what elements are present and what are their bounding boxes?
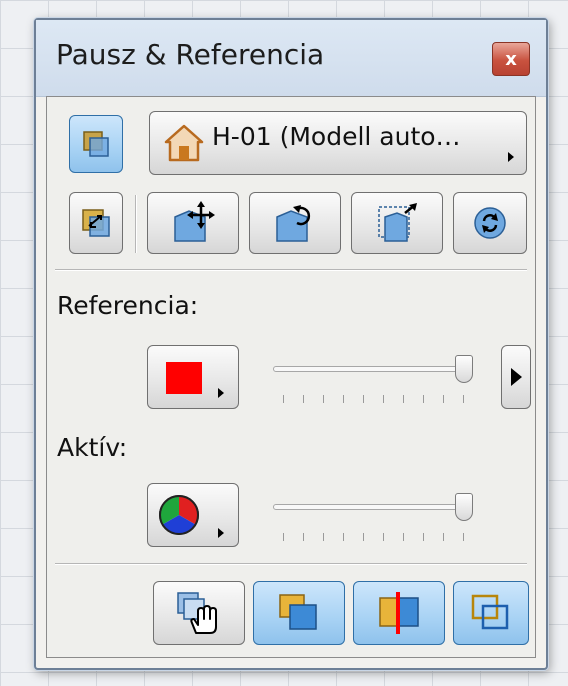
active-color-button[interactable]	[147, 483, 239, 547]
reference-opacity-track[interactable]	[273, 366, 465, 372]
bottom-divider	[55, 563, 527, 565]
drag-hand-icon	[177, 592, 217, 634]
reference-dropdown-label: H-01 (Modell auto…	[212, 122, 461, 151]
split-compare-icon	[379, 592, 419, 634]
drag-trace-button[interactable]	[153, 581, 245, 645]
reference-slider-ticks	[273, 395, 473, 405]
window-title: Pausz & Referencia	[56, 38, 325, 71]
refresh-button[interactable]	[453, 192, 527, 254]
dropdown-arrow-icon	[508, 152, 514, 162]
row2-divider	[135, 195, 137, 253]
active-slider-ticks	[273, 533, 473, 543]
dropdown-arrow-icon	[218, 528, 224, 538]
reference-color-button[interactable]	[147, 345, 239, 409]
scale-icon	[378, 203, 417, 242]
overlay-front-button[interactable]	[253, 581, 345, 645]
show-trace-toggle[interactable]	[69, 115, 123, 173]
close-icon: x	[505, 48, 517, 70]
rotate-button[interactable]	[249, 192, 341, 254]
swap-trace-button[interactable]	[69, 192, 123, 254]
split-compare-button[interactable]	[353, 581, 445, 645]
outline-overlay-icon	[471, 594, 509, 630]
expand-options-button[interactable]	[501, 345, 531, 409]
section-divider	[55, 269, 527, 271]
overlay-front-icon	[279, 594, 317, 630]
active-opacity-thumb[interactable]	[455, 493, 473, 521]
close-button[interactable]: x	[492, 42, 530, 76]
dropdown-arrow-icon	[218, 388, 224, 398]
rotate-icon	[276, 205, 311, 242]
reference-color-swatch	[166, 362, 202, 394]
outline-overlay-button[interactable]	[453, 581, 529, 645]
reference-label: Referencia:	[57, 291, 199, 320]
active-label: Aktív:	[57, 433, 128, 462]
title-bar[interactable]: Pausz & Referencia x	[36, 20, 546, 97]
scale-button[interactable]	[351, 192, 443, 254]
house-icon	[164, 124, 204, 162]
active-opacity-track[interactable]	[273, 504, 465, 510]
layers-icon	[83, 131, 109, 157]
rgb-wheel-icon	[159, 495, 199, 535]
reference-opacity-thumb[interactable]	[455, 355, 473, 383]
trace-reference-palette: Pausz & Referencia x H-01 (Modell auto…	[34, 18, 548, 670]
play-arrow-icon	[510, 368, 522, 386]
reference-dropdown[interactable]: H-01 (Modell auto…	[149, 111, 527, 175]
move-button[interactable]	[147, 192, 239, 254]
refresh-icon	[474, 207, 506, 239]
move-icon	[174, 201, 215, 242]
palette-content: H-01 (Modell auto… Referencia: Aktív:	[46, 96, 536, 658]
swap-layers-icon	[82, 209, 110, 237]
